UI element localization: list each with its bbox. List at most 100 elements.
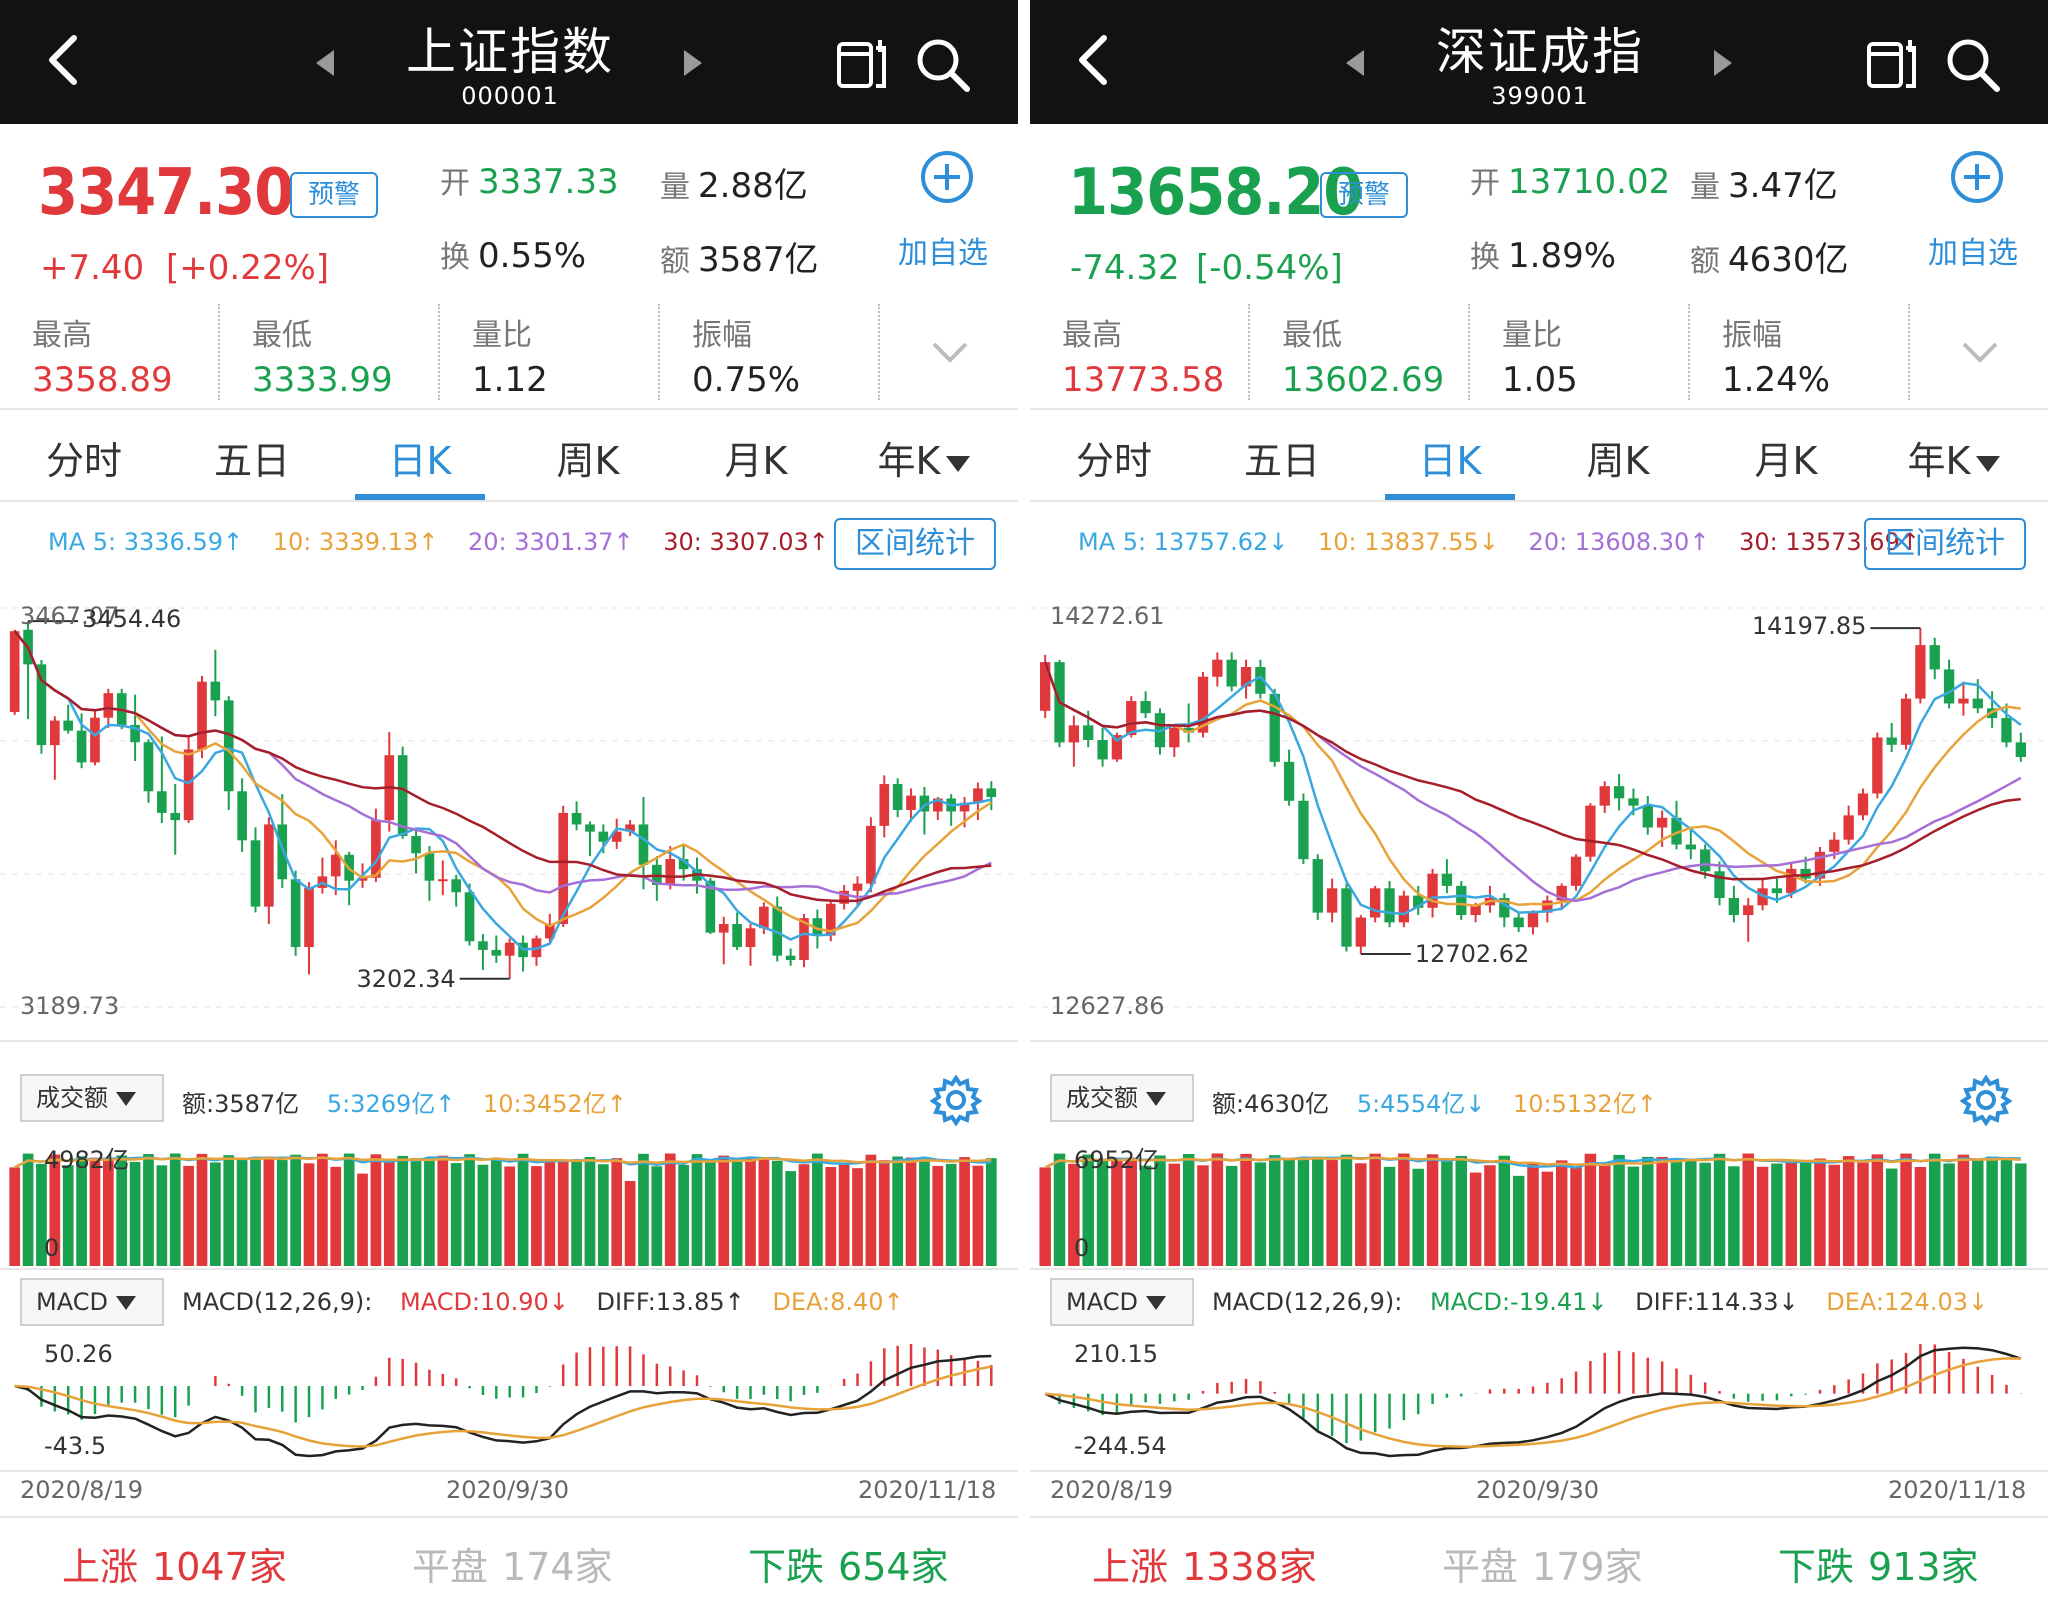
unchanged[interactable]: 平盘 179家 — [1442, 1536, 1643, 1591]
prev-index-arrow-icon[interactable] — [1346, 50, 1364, 76]
date-end: 2020/11/18 — [858, 1476, 997, 1504]
candle — [1943, 659, 1955, 709]
candle — [1642, 795, 1653, 835]
candle — [1886, 722, 1897, 753]
tab-label: 年K — [877, 439, 941, 483]
volume-bar — [557, 1159, 569, 1266]
volume-bar — [1240, 1153, 1252, 1266]
divider — [0, 1040, 1018, 1042]
volume-bar — [1570, 1166, 1582, 1266]
dropdown-arrow-icon — [1146, 1092, 1166, 1106]
add-watchlist-button[interactable]: 加自选 — [1928, 228, 2018, 272]
prev-index-arrow-icon[interactable] — [316, 50, 334, 76]
stat-value: 0.75% — [692, 360, 801, 400]
next-index-arrow-icon[interactable] — [1714, 50, 1732, 76]
volume-bar — [1685, 1159, 1697, 1266]
chevron-down-icon[interactable] — [930, 340, 970, 366]
tab-label: 日K — [1418, 439, 1482, 483]
candle — [451, 874, 461, 907]
volume-indicator-select[interactable]: 成交额 — [20, 1074, 164, 1122]
range-stats-button[interactable]: 区间统计 — [1864, 518, 2026, 570]
tab-1[interactable]: 五日 — [168, 430, 336, 485]
stat-1: 最低 3333.99 — [220, 300, 440, 400]
macd-chart[interactable] — [0, 1330, 1018, 1470]
volume-bar — [1340, 1154, 1353, 1266]
volume: 量 2.88亿 — [660, 166, 808, 206]
date-start: 2020/8/19 — [20, 1476, 144, 1504]
tab-0[interactable]: 分时 — [1030, 430, 1198, 485]
decliners[interactable]: 下跌 913家 — [1778, 1536, 1979, 1591]
candle — [63, 704, 74, 734]
volume-bar — [437, 1155, 449, 1266]
macd-indicator-select[interactable]: MACD — [1050, 1278, 1194, 1326]
tab-2[interactable]: 日K — [1366, 430, 1534, 485]
tab-2[interactable]: 日K — [336, 430, 504, 485]
macd-indicator-select[interactable]: MACD — [20, 1278, 164, 1326]
volume-bar — [945, 1163, 957, 1266]
price-alert-button[interactable]: 预警 — [1320, 172, 1408, 218]
gear-icon[interactable] — [930, 1074, 982, 1126]
volume-bar — [1168, 1163, 1181, 1266]
candle — [1872, 732, 1883, 799]
stock-detail-icon[interactable] — [836, 38, 888, 90]
tab-4[interactable]: 月K — [672, 430, 840, 485]
next-index-arrow-icon[interactable] — [684, 50, 702, 76]
advancers[interactable]: 上涨 1338家 — [1092, 1536, 1317, 1591]
candle — [1169, 725, 1180, 757]
stat-value: 3333.99 — [252, 360, 393, 400]
stock-detail-icon[interactable] — [1866, 38, 1918, 90]
volume-bar — [1871, 1154, 1884, 1266]
tab-0[interactable]: 分时 — [0, 430, 168, 485]
volume-bottom-label: 0 — [1074, 1234, 1090, 1262]
gear-icon[interactable] — [1960, 1074, 2012, 1126]
add-watchlist-icon[interactable] — [1950, 150, 2004, 204]
kline-chart[interactable] — [0, 588, 1018, 1040]
open-price: 开 3337.33 — [440, 162, 619, 202]
dea-value: DEA:124.03↓ — [1826, 1288, 1989, 1316]
decliners[interactable]: 下跌 654家 — [748, 1536, 949, 1591]
volume-chart[interactable] — [0, 1130, 1018, 1266]
range-stats-button[interactable]: 区间统计 — [834, 518, 996, 570]
back-arrow-icon[interactable] — [1066, 30, 1126, 90]
kline-chart[interactable] — [1030, 588, 2048, 1040]
candle — [1456, 881, 1467, 920]
candle — [531, 935, 542, 966]
stat-label: 量比 — [472, 318, 532, 353]
add-watchlist-button[interactable]: 加自选 — [898, 228, 988, 272]
ma-legend: MA 5: 3336.59↑ 10: 3339.13↑ 20: 3301.37↑… — [48, 528, 851, 556]
search-icon[interactable] — [1944, 36, 2002, 94]
back-arrow-icon[interactable] — [36, 30, 96, 90]
volume-bar — [1914, 1167, 1927, 1266]
dropdown-arrow-icon — [115, 1296, 136, 1310]
volume-bar — [1771, 1163, 1783, 1266]
volume-bar — [330, 1166, 342, 1266]
add-watchlist-icon[interactable] — [920, 150, 974, 204]
price-alert-button[interactable]: 预警 — [290, 172, 378, 218]
volume-bar — [1857, 1162, 1869, 1266]
tab-5[interactable]: 年K — [840, 430, 1008, 485]
tab-5[interactable]: 年K — [1870, 430, 2038, 485]
chevron-down-icon[interactable] — [1960, 340, 2000, 366]
volume-bar — [919, 1159, 930, 1266]
tab-4[interactable]: 月K — [1702, 430, 1870, 485]
volume-bar — [1584, 1153, 1597, 1266]
advancers[interactable]: 上涨 1047家 — [62, 1536, 287, 1591]
volume-indicator-select[interactable]: 成交额 — [1050, 1074, 1194, 1122]
ma30-value: 30: 3307.03↑ — [663, 528, 829, 556]
candle — [250, 827, 261, 913]
index-title: 深证成指 — [1436, 23, 1644, 81]
tab-3[interactable]: 周K — [1534, 430, 1702, 485]
candle — [1427, 868, 1438, 918]
tab-1[interactable]: 五日 — [1198, 430, 1366, 485]
tab-3[interactable]: 周K — [504, 430, 672, 485]
unchanged[interactable]: 平盘 174家 — [412, 1536, 613, 1591]
volume-bar — [865, 1154, 877, 1266]
volume-chart[interactable] — [1030, 1130, 2048, 1266]
macd-chart[interactable] — [1030, 1330, 2048, 1470]
stat-3: 振幅 0.75% — [660, 300, 880, 400]
candle — [1743, 898, 1754, 942]
macd-info: MACD(12,26,9): MACD:10.90↓ DIFF:13.85↑ D… — [182, 1288, 924, 1316]
search-icon[interactable] — [914, 36, 972, 94]
volume-bar — [236, 1159, 248, 1266]
candle — [1915, 628, 1926, 704]
